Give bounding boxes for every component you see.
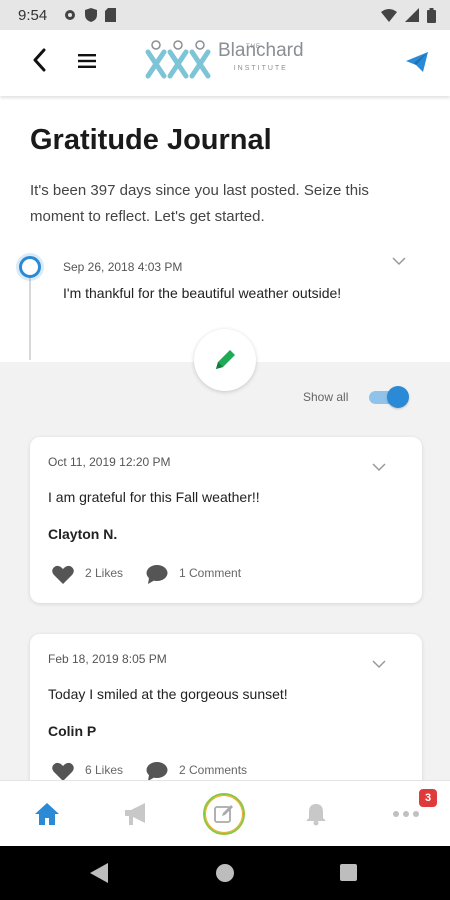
comment-icon[interactable] [146, 761, 168, 781]
new-entry-button[interactable] [194, 329, 256, 391]
app-bar: THE Blanchard INSTITUTE [0, 30, 450, 96]
signal-icon [405, 8, 419, 22]
chevron-down-icon[interactable] [372, 660, 386, 669]
notification-badge: 3 [419, 789, 437, 807]
sd-card-icon [105, 8, 117, 22]
show-all-label: Show all [303, 390, 349, 404]
own-entry-date: Sep 26, 2018 4:03 PM [63, 260, 183, 274]
hamburger-menu-icon[interactable] [78, 54, 96, 68]
logo-institute: INSTITUTE [233, 65, 288, 72]
nav-notifications[interactable] [286, 781, 346, 847]
shield-icon [85, 8, 98, 22]
post-author: Clayton N. [48, 526, 118, 542]
like-count[interactable]: 6 Likes [85, 763, 123, 777]
more-icon [393, 811, 419, 817]
megaphone-icon [125, 803, 145, 825]
chevron-down-icon[interactable] [392, 257, 406, 266]
journal-edit-icon [214, 805, 233, 823]
heart-icon[interactable] [52, 565, 74, 584]
timeline-dot [19, 256, 41, 278]
post-author: Colin P [48, 723, 97, 739]
pencil-icon [216, 350, 235, 369]
post-date: Feb 18, 2019 8:05 PM [48, 652, 167, 666]
home-icon [35, 803, 59, 825]
status-bar: 9:54 [0, 0, 450, 30]
system-home-icon[interactable] [216, 864, 234, 882]
comment-icon[interactable] [146, 564, 168, 584]
system-recents-icon[interactable] [340, 864, 357, 881]
chevron-down-icon[interactable] [372, 463, 386, 472]
post-date: Oct 11, 2019 12:20 PM [48, 455, 171, 469]
post-text: I am grateful for this Fall weather!! [48, 489, 260, 505]
timeline-line [29, 270, 31, 360]
bottom-nav: 3 [0, 780, 450, 847]
page-subtitle: It's been 397 days since you last posted… [30, 182, 369, 225]
logo-the: THE [246, 44, 261, 50]
post-text: Today I smiled at the gorgeous sunset! [48, 686, 288, 702]
comment-count[interactable]: 1 Comment [179, 566, 241, 580]
system-back-icon[interactable] [90, 863, 108, 883]
heart-icon[interactable] [52, 762, 74, 781]
send-icon[interactable] [406, 52, 428, 72]
post-card[interactable]: Feb 18, 2019 8:05 PM Today I smiled at t… [30, 634, 422, 800]
own-entry-text: I'm thankful for the beautiful weather o… [63, 285, 342, 301]
back-arrow-icon[interactable] [32, 48, 46, 72]
like-count[interactable]: 2 Likes [85, 566, 123, 580]
post-card[interactable]: Oct 11, 2019 12:20 PM I am grateful for … [30, 437, 422, 603]
wifi-icon [381, 8, 397, 22]
blanchard-logo: THE Blanchard INSTITUTE [144, 40, 304, 80]
bell-icon [306, 804, 326, 826]
battery-icon [427, 7, 436, 23]
nav-announcements[interactable] [106, 781, 166, 847]
page-title: Gratitude Journal [30, 124, 272, 156]
comment-count[interactable]: 2 Comments [179, 763, 247, 777]
show-all-toggle[interactable] [367, 386, 409, 408]
nav-home[interactable] [17, 781, 77, 847]
system-nav-bar [0, 846, 450, 900]
gear-icon [65, 10, 76, 20]
logo-mark-icon [145, 40, 211, 79]
status-time: 9:54 [18, 6, 48, 24]
nav-journal[interactable] [203, 793, 245, 835]
